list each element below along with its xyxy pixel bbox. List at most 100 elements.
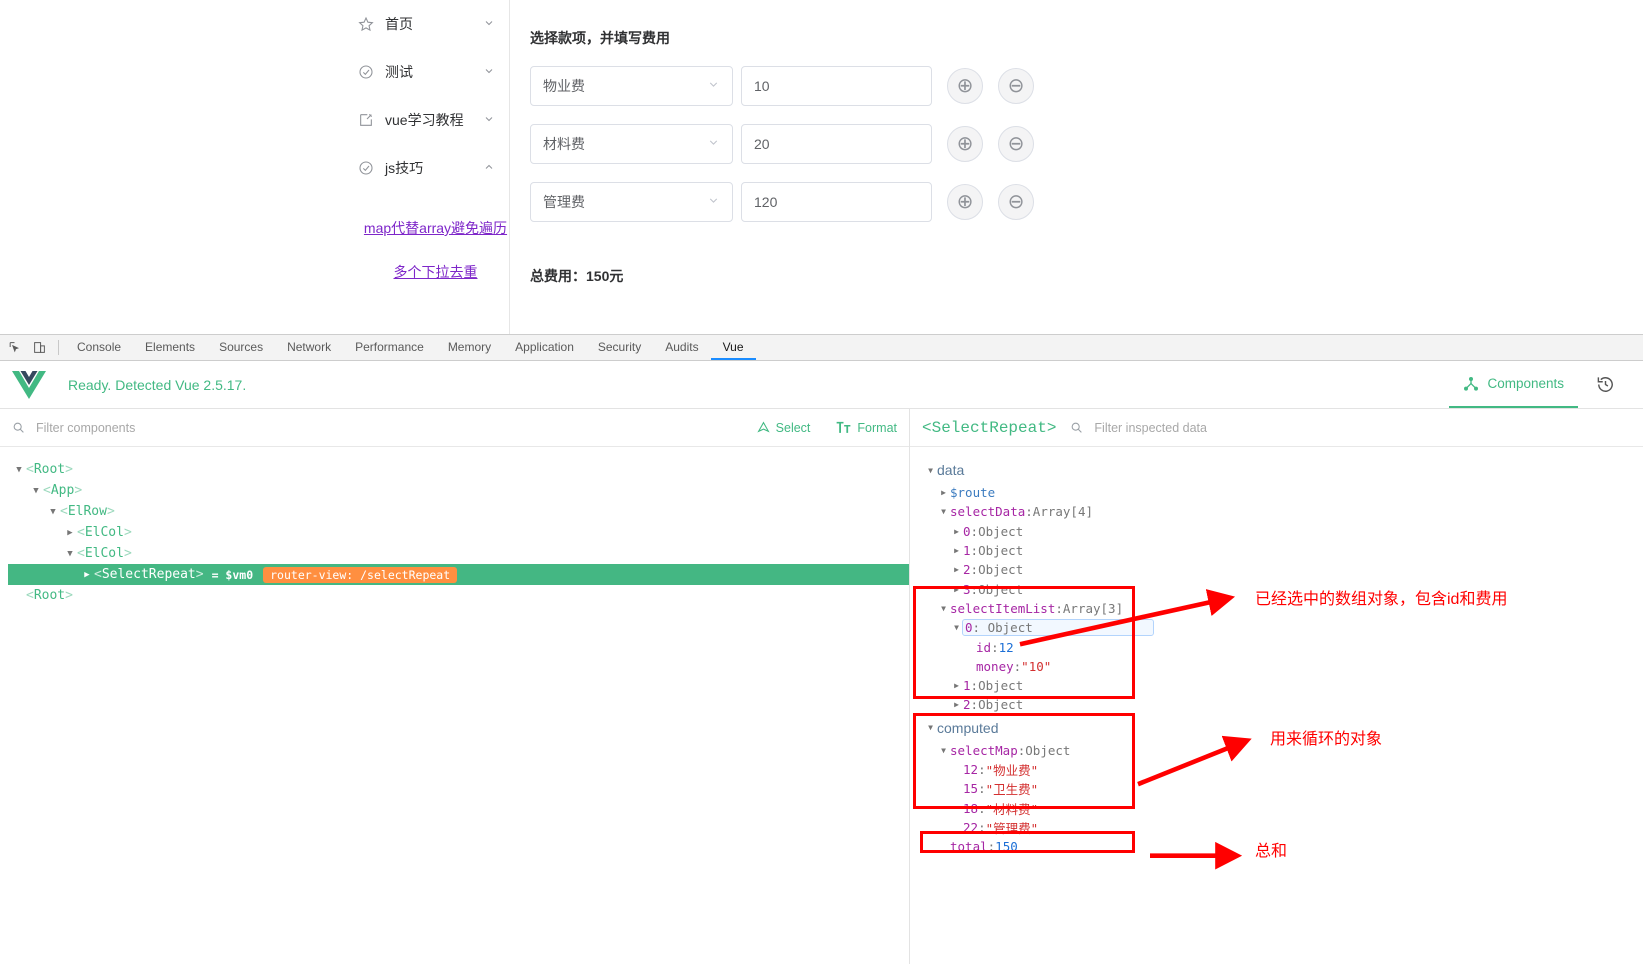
filter-inspected-box[interactable] [1070,419,1631,436]
format-button[interactable]: Format [836,421,897,435]
inspector-key: selectData [950,504,1026,520]
fee-type-value: 材料费 [543,136,585,152]
sidebar-item-vue-tutorial[interactable]: vue学习教程 [340,96,509,144]
tree-row[interactable]: ▶<Root> [8,585,909,606]
search-icon [1070,421,1083,434]
inspector-separator: : [1013,658,1022,674]
filter-components-input[interactable] [34,419,294,436]
remove-row-button[interactable]: ⊖ [998,126,1034,162]
collapsed-arrow-icon[interactable]: ▶ [950,546,963,555]
collapsed-arrow-icon[interactable]: ▶ [950,565,963,574]
remove-row-button[interactable]: ⊖ [998,68,1034,104]
expanded-arrow-icon[interactable]: ▼ [924,723,937,732]
inspector-row[interactable]: ▶ $route [924,483,1643,502]
add-row-button[interactable]: ⊕ [947,184,983,220]
inspector-row[interactable]: ▶money: "10" [924,657,1643,676]
tab-console[interactable]: Console [65,335,133,360]
tree-row-name: <ElRow> [60,504,115,519]
expanded-arrow-icon[interactable]: ▼ [937,507,950,516]
inspector-row[interactable]: ▼ 0: Object [924,618,1643,637]
collapsed-arrow-icon[interactable]: ▶ [950,527,963,536]
expanded-arrow-icon[interactable]: ▼ [12,465,26,475]
tab-audits[interactable]: Audits [653,335,710,360]
inspector-separator: : [970,543,979,559]
tree-row[interactable]: ▼ <App> [8,480,909,501]
collapsed-arrow-icon[interactable]: ▶ [63,528,77,538]
sublink-multi-select-dedupe[interactable]: 多个下拉去重 [340,250,509,294]
tab-memory[interactable]: Memory [436,335,503,360]
app-area: 首页 测试 vue学习教程 js技巧 map代替array避免遍历 多个下拉去重… [0,0,1643,334]
tree-row[interactable]: ▶ <SelectRepeat> = $vm0 router-view: /selec… [8,564,909,585]
inspector-separator: : [978,781,986,797]
vue-devtools-header: Ready. Detected Vue 2.5.17. Components [0,361,1643,409]
sublink-map-replace-array[interactable]: map代替array避免遍历 [340,206,509,250]
tab-performance[interactable]: Performance [343,335,436,360]
fee-amount-input[interactable]: 20 [741,124,932,164]
filter-components-box[interactable] [12,419,731,436]
tab-application[interactable]: Application [503,335,586,360]
fee-type-select[interactable]: 材料费 [530,124,733,164]
collapsed-arrow-icon[interactable]: ▶ [937,488,950,497]
tree-row[interactable]: ▼ <ElRow> [8,501,909,522]
total-fee-label: 总费用：150元 [530,268,624,284]
tab-sources[interactable]: Sources [207,335,275,360]
sidebar-item-test[interactable]: 测试 [340,48,509,96]
select-component-button[interactable]: Select [757,421,810,435]
inspector-row[interactable]: ▶ 1: Object [924,541,1643,560]
inspector-key: 18 [963,800,979,816]
expanded-arrow-icon[interactable]: ▼ [63,549,77,559]
collapsed-arrow-icon[interactable]: ▶ [950,585,963,594]
inspector-group-data[interactable]: ▼ data [924,457,1643,483]
filter-inspected-input[interactable] [1092,419,1353,436]
fee-amount-input[interactable]: 10 [741,66,932,106]
inspector-row[interactable]: ▶ 2: Object [924,695,1643,714]
tree-row-name: <App> [43,483,83,498]
add-row-button[interactable]: ⊕ [947,126,983,162]
inspector-row[interactable]: ▶ 2: Object [924,560,1643,579]
tree-row[interactable]: ▼ <Root> [8,459,909,480]
expanded-arrow-icon[interactable]: ▼ [950,623,963,632]
inspector-row[interactable]: ▶id: 12 [924,637,1643,656]
time-travel-icon[interactable] [1578,375,1625,394]
inspector-row[interactable]: ▼ selectData: Array[4] [924,502,1643,521]
collapsed-arrow-icon[interactable]: ▶ [950,700,963,709]
inspector-row[interactable]: ▶18: "材料费" [924,798,1643,817]
sidebar-item-label: 首页 [385,16,413,32]
tree-row[interactable]: ▶ <ElCol> [8,522,909,543]
tab-vue[interactable]: Vue [710,335,756,360]
inspect-element-icon[interactable] [2,335,27,360]
inspector-pane: <SelectRepeat> ▼data▶$route▼selectData: … [910,409,1643,964]
expanded-arrow-icon[interactable]: ▼ [924,466,937,475]
collapsed-arrow-icon[interactable]: ▶ [950,681,963,690]
toggle-device-toolbar-icon[interactable] [27,335,52,360]
sidebar-item-home[interactable]: 首页 [340,0,509,48]
expanded-arrow-icon[interactable]: ▼ [937,604,950,613]
star-icon [358,16,374,32]
inspector-row[interactable]: ▶15: "卫生费" [924,779,1643,798]
fee-type-select[interactable]: 管理费 [530,182,733,222]
sidebar-item-js-skills[interactable]: js技巧 [340,144,509,192]
add-row-button[interactable]: ⊕ [947,68,983,104]
inspector-row[interactable]: ▶12: "物业费" [924,760,1643,779]
expanded-arrow-icon[interactable]: ▼ [29,486,43,496]
tab-security[interactable]: Security [586,335,653,360]
tab-components[interactable]: Components [1449,361,1578,408]
inspector-type: Object [978,581,1024,597]
tree-row-name: <Root> [26,588,73,603]
inspector-key: id [976,639,992,655]
inspector-selected-node[interactable]: 0: Object [962,619,1154,637]
fee-type-select[interactable]: 物业费 [530,66,733,106]
expanded-arrow-icon[interactable]: ▼ [46,507,60,517]
expanded-arrow-icon[interactable]: ▼ [937,746,950,755]
fee-amount-input[interactable]: 120 [741,182,932,222]
inspector-row[interactable]: ▶22: "管理费" [924,818,1643,837]
remove-row-button[interactable]: ⊖ [998,184,1034,220]
collapsed-arrow-icon[interactable]: ▶ [80,570,94,580]
inspector-row[interactable]: ▶ 0: Object [924,522,1643,541]
inspector-key: 3 [963,581,971,597]
inspector-row[interactable]: ▶ 1: Object [924,676,1643,695]
tab-elements[interactable]: Elements [133,335,207,360]
tab-network[interactable]: Network [275,335,343,360]
tree-row[interactable]: ▼ <ElCol> [8,543,909,564]
main-title: 选择款项，并填写费用 [530,30,670,46]
